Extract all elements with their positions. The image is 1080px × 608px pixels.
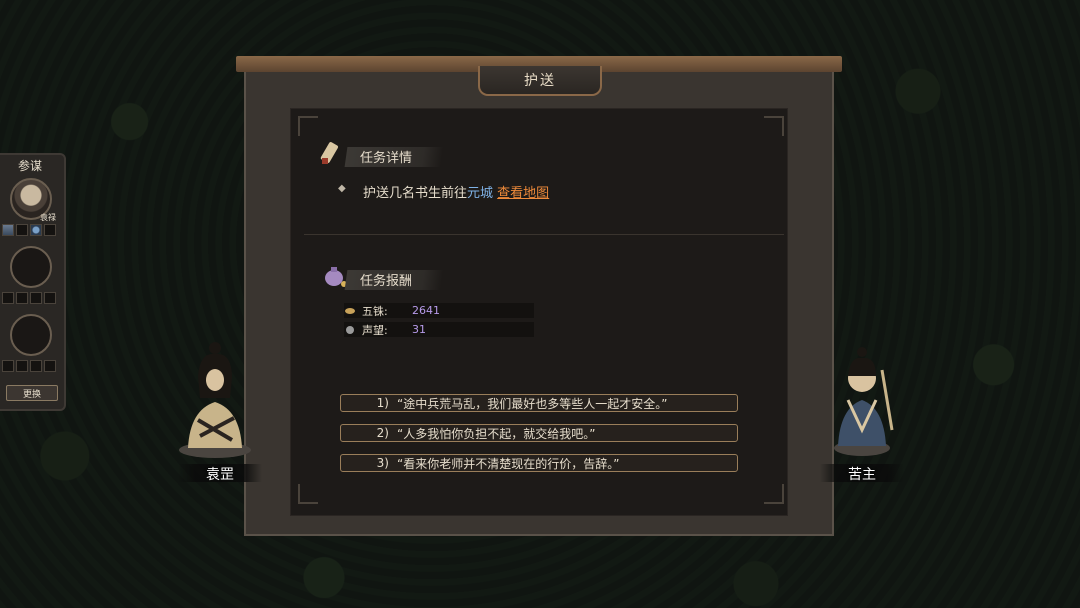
corner-ornament [764, 116, 784, 136]
advisor-2-slots [2, 292, 56, 304]
client-character-name: 苦主 [848, 467, 876, 483]
dialog-title: 护送 [524, 73, 556, 89]
corner-ornament [298, 116, 318, 136]
reputation-icon [346, 325, 354, 334]
reward-header: 任务报酬 [322, 268, 462, 290]
reward-row-coins: 五铢: 2641 [344, 303, 534, 318]
coin-icon [345, 307, 355, 314]
task-city: 元城 [467, 186, 494, 201]
reward-value: 2641 [412, 304, 440, 317]
corner-ornament [298, 484, 318, 504]
choice-text: “人多我怕你负担不起，就交给我吧。” [397, 426, 596, 441]
equipment-slot[interactable] [2, 292, 14, 304]
advisor-3-slots [2, 360, 56, 372]
corner-ornament [764, 484, 784, 504]
equipment-slot[interactable] [2, 224, 14, 236]
equipment-slot[interactable] [30, 360, 42, 372]
choice-text: “途中兵荒马乱，我们最好也多等些人一起才安全。” [397, 396, 668, 411]
reward-row-reputation: 声望: 31 [344, 322, 534, 337]
player-character-name: 袁罡 [206, 467, 234, 483]
equipment-slot[interactable] [44, 360, 56, 372]
dialog-choice-1[interactable]: 1) “途中兵荒马乱，我们最好也多等些人一起才安全。” [340, 394, 738, 412]
choice-text: “看来你老师并不清楚现在的行价，告辞。” [397, 456, 620, 471]
equipment-slot[interactable] [30, 224, 42, 236]
equipment-slot[interactable] [16, 360, 28, 372]
advisor-panel-title: 参谋 [17, 159, 42, 173]
choice-number: 3) [376, 456, 389, 470]
equipment-slot[interactable] [2, 360, 14, 372]
section-divider [304, 234, 784, 235]
equipment-slot[interactable] [16, 224, 28, 236]
task-text-prefix: 护送几名书生前往 [363, 186, 468, 201]
task-details-header: 任务详情 [322, 145, 462, 167]
dialog-choice-3[interactable]: 3) “看来你老师并不清楚现在的行价，告辞。” [340, 454, 738, 472]
advisor-1-slots [2, 224, 56, 236]
player-character-figure [179, 342, 251, 458]
reward-label: 五铢: [362, 304, 388, 318]
bullet-icon: ◆ [338, 183, 346, 194]
view-map-link[interactable]: 查看地图 [497, 186, 549, 201]
empty-advisor-slot[interactable] [10, 314, 52, 356]
empty-advisor-slot[interactable] [10, 246, 52, 288]
choice-number: 1) [376, 396, 389, 410]
client-character-figure [834, 347, 894, 456]
equipment-slot[interactable] [30, 292, 42, 304]
dialog-title-plate: 护送 [478, 66, 602, 96]
choice-number: 2) [376, 426, 389, 440]
reward-title: 任务报酬 [360, 273, 413, 289]
dialog-choice-2[interactable]: 2) “人多我怕你负担不起，就交给我吧。” [340, 424, 738, 442]
reward-value: 31 [412, 323, 426, 336]
equipment-slot[interactable] [44, 224, 56, 236]
swap-advisor-button[interactable]: 更换 [6, 385, 58, 401]
task-details-title: 任务详情 [360, 150, 413, 166]
equipment-slot[interactable] [44, 292, 56, 304]
equipment-slot[interactable] [16, 292, 28, 304]
advisor-name: 袁禄 [40, 213, 56, 222]
reward-label: 声望: [362, 323, 388, 337]
task-description: 护送几名书生前往元城 查看地图 [363, 182, 549, 201]
